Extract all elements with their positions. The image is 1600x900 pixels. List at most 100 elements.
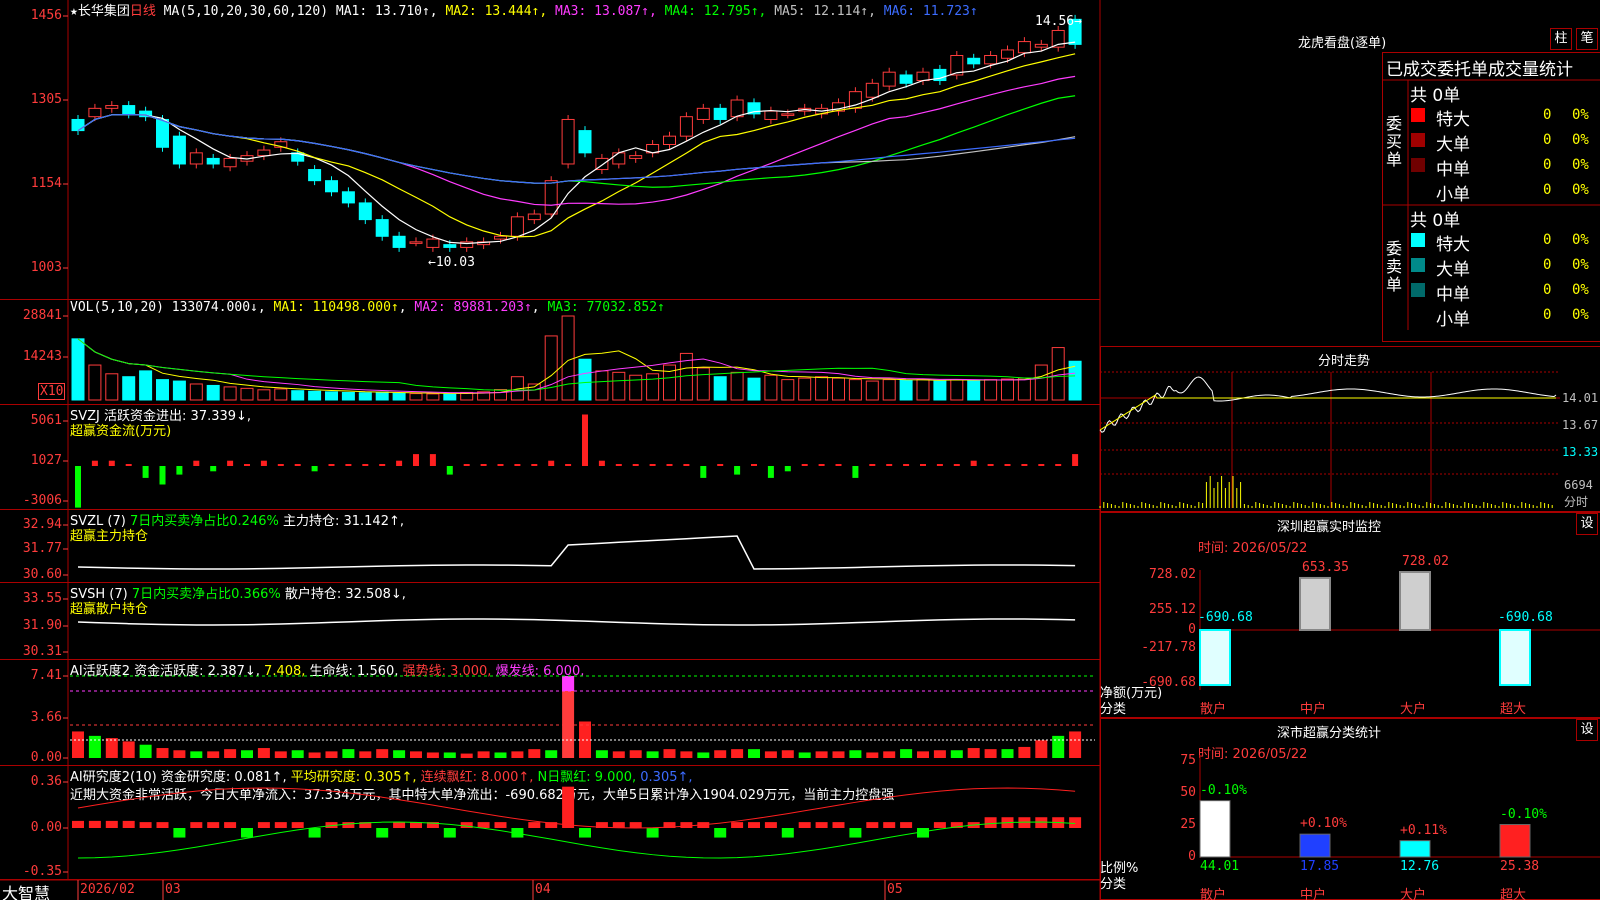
ai1-bar [274,751,287,758]
svzj-bar [244,464,250,466]
lhb-sell-row-name: 特大 [1436,235,1470,255]
sz-monitor-y-tick: -690.68 [1141,675,1196,690]
ai2-bar [629,822,642,828]
ai2-bar [866,822,879,828]
kline-y-tick: 1305 [30,92,62,107]
volume-bar [172,380,186,401]
fenshi-price-line [1099,376,1557,433]
ai2-bar [393,822,406,828]
candle-body [325,180,338,193]
svzj-bar [903,464,910,466]
volume-bar [88,364,102,401]
volume-bar [156,379,169,401]
svzj-bar [379,464,386,466]
ai2-bar [342,822,355,828]
svzj-bar [615,464,622,466]
lhb-sell-row-count: 0 [1543,307,1552,323]
ai2-bar [139,822,152,828]
ai1-bar [900,749,913,758]
svzj-bar [176,466,183,475]
ai1-bar [359,751,372,758]
lhb-buy-row-count: 0 [1543,107,1552,123]
ai2-bar [781,828,794,838]
volume-bar [358,392,372,401]
fenshi-y-tick: 14.01 [1562,391,1599,405]
svzj-bar [294,464,301,466]
ai2-bar [528,822,541,828]
ai1-bar [646,751,659,758]
ai1-bar [917,751,929,758]
ai1-bar [443,752,456,758]
lhb-sell-row-name: 小单 [1436,310,1470,330]
sz-class-bar [1399,840,1431,858]
lhb-sell-row-count: 0 [1543,282,1552,298]
sz-class-bar [1499,824,1531,858]
sz-class-category: 散户 [1200,888,1227,900]
sz-monitor-y-tick: 0 [1188,622,1196,637]
ai1-bar [72,731,84,758]
ai2-bar [714,828,727,838]
svzj-bar [700,466,707,478]
volume-bar [933,380,947,401]
ai2-bar [257,822,270,828]
svzj-bar [210,466,217,472]
volume-bar [764,374,778,401]
candle-body [426,238,440,248]
svzj-bar [869,464,876,466]
volume-bar [544,335,558,401]
svzj-bar [497,464,504,466]
sz-class-y-tick: 0 [1188,849,1196,864]
ai1-y-tick: 0.00 [30,750,62,765]
volume-bar [291,390,305,401]
sz-class-category: 超大 [1500,888,1527,900]
sz-class-category: 中户 [1300,888,1327,900]
lhb-sell-row-pct: 0% [1572,282,1589,298]
ai1-bar [866,752,879,758]
svzj-bar [852,466,859,478]
volume-bar [426,393,440,401]
lhb-buy-row-name: 小单 [1436,185,1470,205]
sz-class-change: -0.10% [1500,806,1547,822]
volume-bar [832,377,845,401]
ai1-bar [190,751,203,758]
volume-bar [443,393,457,401]
ai1-y-tick: 7.41 [30,668,62,683]
ai2-bar [156,822,169,828]
volume-bar [595,370,609,401]
svzj-bar [1055,464,1062,466]
svzl-y-tick: 31.77 [22,541,62,556]
ai1-bar [426,752,439,758]
candle-body [527,213,541,221]
ai2-bar [122,820,135,828]
sz-class-change: -0.10% [1200,782,1247,798]
ai1-bar [88,735,101,758]
svzj-bar [565,464,572,466]
svzj-bar [514,464,521,466]
svzj-bar [632,464,639,466]
lhb-sell-row-name: 中单 [1436,285,1470,305]
lhb-sell-row-pct: 0% [1572,307,1589,323]
ai1-bar [207,751,220,758]
ai2-y-tick: -0.35 [22,864,62,879]
svzj-bar [1021,464,1028,466]
lhb-buy-row-pct: 0% [1572,132,1589,148]
ai1-burst-marker [562,676,575,691]
sz-monitor-y-tick: -217.78 [1141,640,1196,655]
x-axis-label: 03 [165,882,181,897]
ai2-bar [748,822,760,828]
volume-bar [747,377,761,401]
ma5-line [77,114,1076,184]
lhb-buy-row-pct: 0% [1572,157,1589,173]
ai1-bar [156,748,169,758]
sz-monitor-category: 中户 [1300,702,1327,717]
sz-monitor-category: 大户 [1400,702,1427,717]
sz-class-value: 25.38 [1500,859,1540,874]
sz-class-y-tick: 25 [1180,817,1196,832]
ma6-line [77,114,1076,184]
svzj-bar [886,464,893,466]
ai1-bar [950,750,963,758]
candle-body [308,169,322,182]
ai1-bar [629,750,642,758]
x-axis-label: 04 [535,882,551,897]
volume-bar [341,391,355,401]
